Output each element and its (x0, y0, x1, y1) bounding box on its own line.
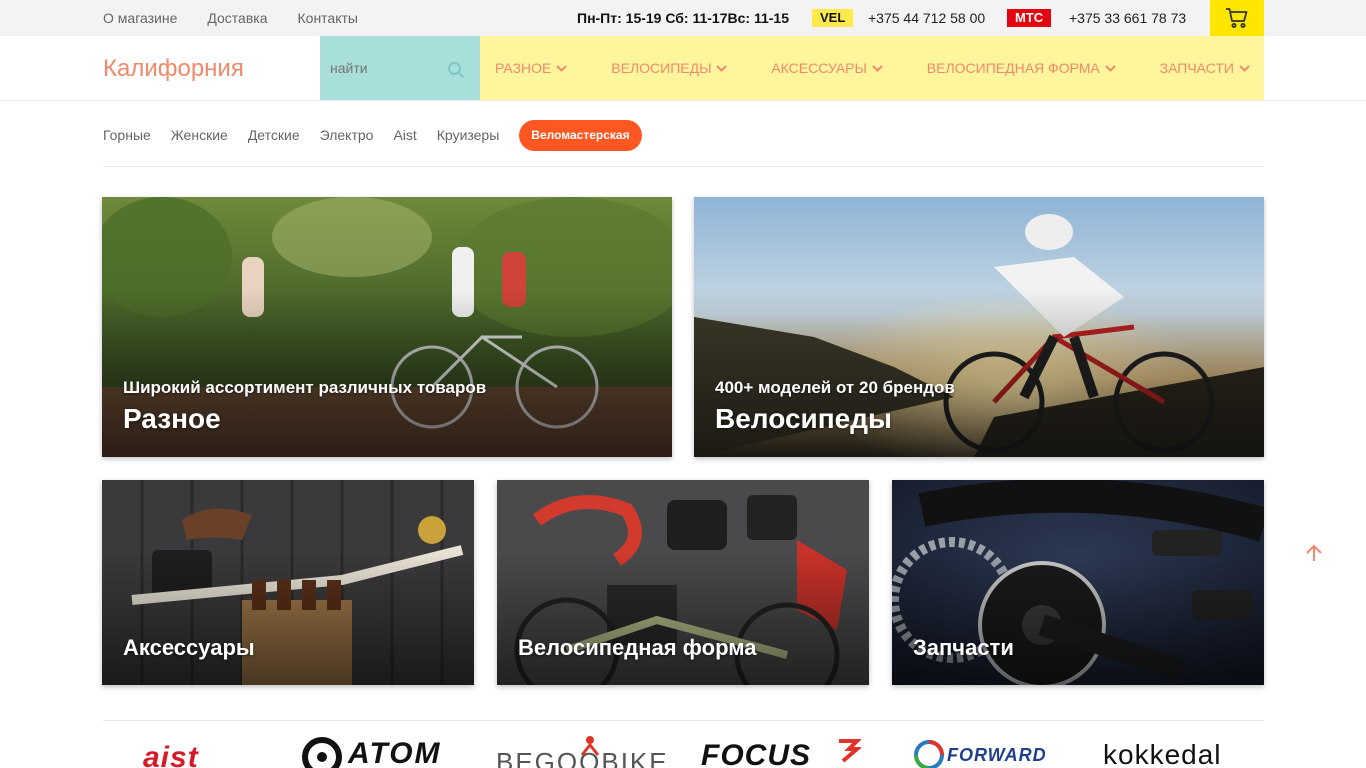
brand-name: kokkedal (1103, 739, 1222, 768)
scroll-to-top-icon[interactable] (1304, 543, 1324, 563)
working-hours: Пн-Пт: 15-19 Сб: 11-17Вс: 11-15 (577, 10, 789, 26)
menu-item-cycling-wear[interactable]: Велосипедная форма (927, 60, 1116, 76)
brand-name: ATOM (348, 737, 442, 768)
brand-logo-aist[interactable]: aist (143, 735, 273, 768)
subnav-electric[interactable]: Электро (320, 127, 374, 143)
main-header: Калифорния Разное Велосипеды Аксессуары … (0, 36, 1366, 101)
category-card-cycling-wear[interactable]: Велосипедная форма (497, 480, 869, 685)
menu-item-label: Аксессуары (771, 60, 867, 76)
link-contacts[interactable]: Контакты (298, 10, 358, 26)
menu-item-accessories[interactable]: Аксессуары (771, 60, 883, 76)
card-title: Аксессуары (123, 635, 255, 660)
search-input[interactable] (320, 36, 440, 100)
menu-item-label: Велосипедная форма (926, 60, 1100, 76)
subnav-workshop-button[interactable]: Веломастерская (519, 119, 642, 151)
cyclist-icon (580, 736, 600, 756)
category-card-parts[interactable]: Запчасти (892, 480, 1264, 685)
menu-item-label: Разное (495, 60, 552, 76)
brand-logo-begoobike[interactable]: BEGOOBIKE (496, 735, 676, 768)
card-title: Разное (123, 403, 221, 434)
main-menu: Разное Велосипеды Аксессуары Велосипедна… (480, 36, 1264, 100)
divider (103, 720, 1264, 721)
link-about[interactable]: О магазине (103, 10, 177, 26)
menu-item-parts[interactable]: Запчасти (1160, 60, 1250, 76)
category-card-misc[interactable]: Широкий ассортимент различных товаров Ра… (102, 197, 672, 457)
menu-item-misc[interactable]: Разное (495, 60, 568, 76)
brand-logo-focus[interactable]: FOCUS (701, 735, 866, 768)
chevron-down-icon (556, 64, 568, 72)
chevron-down-icon (716, 64, 728, 72)
menu-item-label: Запчасти (1159, 60, 1234, 76)
card-title: Велосипедная форма (518, 635, 757, 660)
brand-name: FORWARD (947, 745, 1047, 765)
atom-icon (302, 737, 342, 768)
focus-mark-icon (839, 739, 861, 763)
brand-logo-forward[interactable]: FORWARD (911, 735, 1061, 768)
search-box (320, 36, 480, 100)
brand-strip: aist ATOM BEGOOBIKE FOCUS FORWARD kokked… (103, 735, 1264, 768)
search-icon[interactable] (447, 61, 465, 79)
card-title: Велосипеды (715, 403, 892, 434)
card-subtitle: Широкий ассортимент различных товаров (123, 378, 487, 397)
chevron-down-icon (872, 64, 883, 72)
forward-wheel-icon (914, 740, 944, 768)
site-logo[interactable]: Калифорния (103, 55, 244, 83)
divider (103, 166, 1264, 167)
subnav-aist[interactable]: Aist (393, 127, 416, 143)
chevron-down-icon (1239, 64, 1250, 72)
menu-item-label: Велосипеды (611, 60, 712, 76)
brand-name: FOCUS (701, 739, 811, 768)
category-card-bicycles[interactable]: 400+ моделей от 20 брендов Велосипеды (694, 197, 1264, 457)
category-card-accessories[interactable]: Аксессуары (102, 480, 474, 685)
card-subtitle: 400+ моделей от 20 брендов (715, 378, 955, 397)
chevron-down-icon (1105, 64, 1116, 72)
operator-badge-vel: VEL (812, 9, 854, 27)
phone-velcom[interactable]: +375 44 712 58 00 (868, 0, 985, 36)
brand-logo-kokkedal[interactable]: kokkedal (1103, 735, 1263, 768)
subnav-cruisers[interactable]: Круизеры (437, 127, 500, 143)
card-title: Запчасти (913, 635, 1014, 660)
link-delivery[interactable]: Доставка (207, 10, 267, 26)
top-bar: О магазине Доставка Контакты Пн-Пт: 15-1… (0, 0, 1366, 36)
cart-icon (1226, 8, 1248, 28)
subnav-women[interactable]: Женские (171, 127, 228, 143)
menu-item-bicycles[interactable]: Велосипеды (611, 60, 728, 76)
subnav-kids[interactable]: Детские (248, 127, 300, 143)
brand-name: aist (143, 741, 199, 768)
category-subnav: Горные Женские Детские Электро Aist Круи… (103, 119, 642, 151)
phone-mts[interactable]: +375 33 661 78 73 (1069, 0, 1186, 36)
subnav-mountain[interactable]: Горные (103, 127, 151, 143)
brand-logo-atom[interactable]: ATOM (300, 735, 472, 768)
top-links: О магазине Доставка Контакты (103, 0, 358, 36)
operator-badge-mts: МТС (1007, 9, 1052, 27)
cart-button[interactable] (1210, 0, 1264, 36)
